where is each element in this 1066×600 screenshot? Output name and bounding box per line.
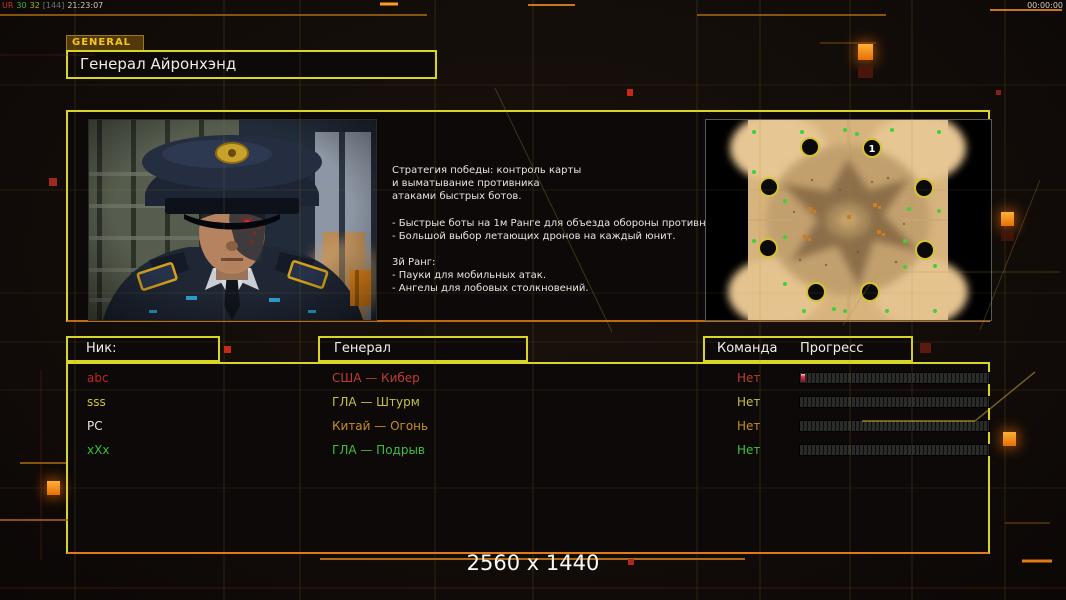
table-row[interactable]: PC Китай — Огонь Нет <box>68 414 990 438</box>
overlay-clock: 21:23:07 <box>67 1 104 10</box>
strategy-line: - Ангелы для лобовых столкновений. <box>392 283 589 295</box>
player-nick: sss <box>87 395 106 409</box>
general-info-panel: Стратегия победы: контроль карты и вымат… <box>66 110 992 322</box>
progress-bar <box>799 396 990 408</box>
tab-general[interactable]: GENERAL <box>66 35 144 51</box>
general-name-box: Генерал Айронхэнд <box>66 50 437 79</box>
player-team: Нет <box>737 419 761 433</box>
overlay-part: 30 <box>16 1 27 10</box>
player-general: ГЛА — Штурм <box>332 395 420 409</box>
strategy-line: Стратегия победы: контроль карты <box>392 165 582 176</box>
glow-square-reflection <box>858 66 873 78</box>
overlay-part: [144] <box>42 1 65 10</box>
player-general: США — Кибер <box>332 371 420 385</box>
match-timer: 00:00:00 <box>1027 1 1063 10</box>
strategy-line <box>392 243 704 256</box>
red-square <box>49 178 57 186</box>
player-general: Китай — Огонь <box>332 419 429 433</box>
glow-square-reflection <box>1001 230 1014 241</box>
progress-fill <box>801 374 805 382</box>
progress-bar <box>799 372 990 384</box>
player-team: Нет <box>737 443 761 457</box>
glow-square <box>1003 432 1016 446</box>
strategy-line: - Пауки для мобильных атак. <box>392 270 547 282</box>
table-row[interactable]: sss ГЛА — Штурм Нет <box>68 390 990 414</box>
red-square <box>920 343 931 353</box>
table-row[interactable]: abc США — Кибер Нет <box>68 366 990 390</box>
player-nick: PC <box>87 419 103 433</box>
player-team: Нет <box>737 371 761 385</box>
player-team: Нет <box>737 395 761 409</box>
strategy-description: Стратегия победы: контроль карты и вымат… <box>392 164 728 296</box>
strategy-line: атаками быстрых ботов. <box>392 191 522 203</box>
red-square <box>224 346 231 353</box>
header-team-label: Команда <box>717 341 778 356</box>
strategy-line: 3й Ранг: <box>392 257 436 269</box>
header-general: Генерал <box>318 336 528 362</box>
glow-square <box>47 481 60 495</box>
strategy-line: и выматывание противника <box>392 178 540 190</box>
header-team-progress: Команда Прогресс <box>703 336 913 362</box>
progress-bar <box>799 420 990 432</box>
strategy-line: - Быстрые боты на 1м Ранге для объезда о… <box>392 217 728 229</box>
progress-bar <box>799 444 990 456</box>
player-nick: abc <box>87 371 109 385</box>
header-progress-label: Прогресс <box>800 341 864 356</box>
glow-square <box>1001 212 1014 226</box>
game-lobby-screen: UR 30 32 [144] 21:23:07 00:00:00 GENERAL Ген… <box>0 0 1066 600</box>
red-square <box>627 89 633 96</box>
players-panel: abc США — Кибер Нет sss ГЛА — Штурм Нет … <box>66 362 990 554</box>
performance-overlay: UR 30 32 [144] 21:23:07 <box>2 1 106 10</box>
glow-square <box>858 44 873 60</box>
red-square <box>996 90 1001 95</box>
table-row[interactable]: xXx ГЛА — Подрыв Нет <box>68 438 990 462</box>
player-nick: xXx <box>87 443 110 457</box>
general-portrait <box>88 119 377 321</box>
overlay-part: 32 <box>29 1 40 10</box>
strategy-line: - Большой выбор летающих дронов на кажды… <box>392 230 676 242</box>
resolution-label: 2560 x 1440 <box>466 551 600 575</box>
map-preview[interactable]: 1 <box>705 119 992 321</box>
overlay-part: UR <box>2 1 14 10</box>
header-nick: Ник: <box>66 336 220 362</box>
strategy-line <box>392 204 704 217</box>
start-position-marker: 1 <box>869 144 876 155</box>
player-general: ГЛА — Подрыв <box>332 443 426 457</box>
